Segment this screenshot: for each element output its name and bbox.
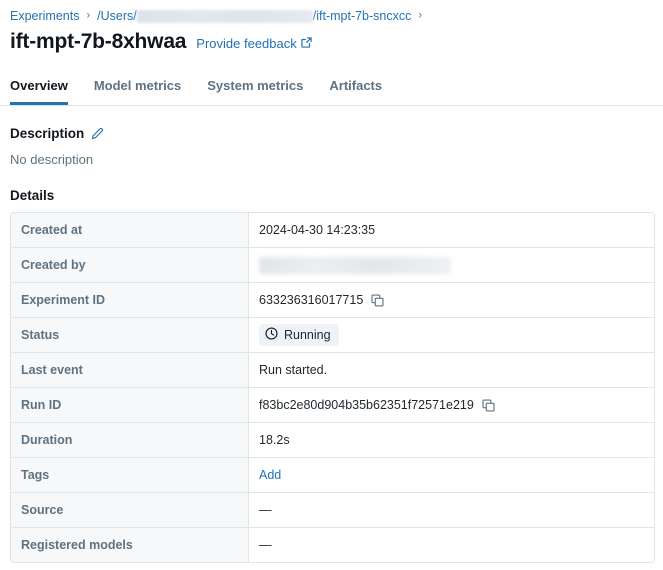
- row-label-source: Source: [11, 493, 249, 527]
- row-label-last-event: Last event: [11, 353, 249, 387]
- run-id-text: f83bc2e80d904b35b62351f72571e219: [259, 398, 474, 412]
- row-value-last-event: Run started.: [249, 353, 654, 387]
- status-badge: Running: [259, 324, 339, 346]
- row-label-status: Status: [11, 318, 249, 352]
- row-value-run-id: f83bc2e80d904b35b62351f72571e219: [249, 388, 654, 422]
- row-label-tags: Tags: [11, 458, 249, 492]
- row-value-duration: 18.2s: [249, 423, 654, 457]
- row-value-created-at: 2024-04-30 14:23:35: [249, 213, 654, 247]
- add-tag-link[interactable]: Add: [259, 468, 281, 482]
- breadcrumb-redacted-username: [136, 9, 313, 23]
- status-badge-label: Running: [284, 328, 331, 342]
- row-value-source: —: [249, 493, 654, 527]
- row-label-registered-models: Registered models: [11, 528, 249, 562]
- row-value-tags: Add: [249, 458, 654, 492]
- table-row: Source —: [11, 493, 654, 528]
- row-value-registered-models: —: [249, 528, 654, 562]
- table-row: Created by: [11, 248, 654, 283]
- breadcrumb-user-path[interactable]: /Users/ /ift-mpt-7b-sncxcc: [97, 8, 411, 24]
- provide-feedback-link[interactable]: Provide feedback: [196, 36, 312, 51]
- description-body: No description: [10, 152, 94, 167]
- redacted-created-by-value: [259, 256, 451, 274]
- table-row: Last event Run started.: [11, 353, 654, 388]
- row-label-duration: Duration: [11, 423, 249, 457]
- table-row: Run ID f83bc2e80d904b35b62351f72571e219: [11, 388, 654, 423]
- breadcrumb: Experiments › /Users//ift-mpt-7b-sncxcc …: [10, 8, 429, 24]
- copy-icon[interactable]: [482, 398, 495, 412]
- details-table: Created at 2024-04-30 14:23:35 Created b…: [10, 212, 655, 563]
- table-row: Created at 2024-04-30 14:23:35: [11, 213, 654, 248]
- table-row: Duration 18.2s: [11, 423, 654, 458]
- tab-system-metrics[interactable]: System metrics: [207, 78, 303, 105]
- row-label-run-id: Run ID: [11, 388, 249, 422]
- external-link-icon: [301, 36, 312, 51]
- clock-icon: [265, 327, 278, 343]
- description-heading: Description: [10, 126, 85, 141]
- table-row: Status Running: [11, 318, 654, 353]
- pencil-icon[interactable]: [91, 127, 104, 140]
- breadcrumb-separator-icon: ›: [86, 9, 91, 22]
- details-heading: Details: [10, 188, 55, 203]
- row-label-created-by: Created by: [11, 248, 249, 282]
- page-header: ift-mpt-7b-8xhwaa Provide feedback: [10, 30, 312, 54]
- table-row: Experiment ID 633236316017715: [11, 283, 654, 318]
- table-row: Registered models —: [11, 528, 654, 562]
- tab-model-metrics[interactable]: Model metrics: [94, 78, 181, 105]
- breadcrumb-experiments-link[interactable]: Experiments: [10, 8, 79, 24]
- breadcrumb-path-suffix: /ift-mpt-7b-sncxcc: [312, 9, 412, 23]
- page-title: ift-mpt-7b-8xhwaa: [10, 30, 187, 53]
- tab-overview[interactable]: Overview: [10, 78, 68, 105]
- copy-icon[interactable]: [371, 293, 384, 307]
- experiment-id-text: 633236316017715: [259, 293, 364, 307]
- row-value-experiment-id: 633236316017715: [249, 283, 654, 317]
- breadcrumb-separator-icon-2: ›: [418, 9, 423, 22]
- row-value-created-by: [249, 248, 654, 282]
- tab-artifacts[interactable]: Artifacts: [329, 78, 382, 105]
- description-header: Description: [10, 126, 104, 141]
- provide-feedback-label: Provide feedback: [196, 36, 297, 51]
- row-value-status: Running: [249, 318, 654, 352]
- tab-bar: Overview Model metrics System metrics Ar…: [0, 78, 663, 106]
- breadcrumb-path-prefix: /Users/: [97, 9, 137, 23]
- row-label-experiment-id: Experiment ID: [11, 283, 249, 317]
- table-row: Tags Add: [11, 458, 654, 493]
- row-label-created-at: Created at: [11, 213, 249, 247]
